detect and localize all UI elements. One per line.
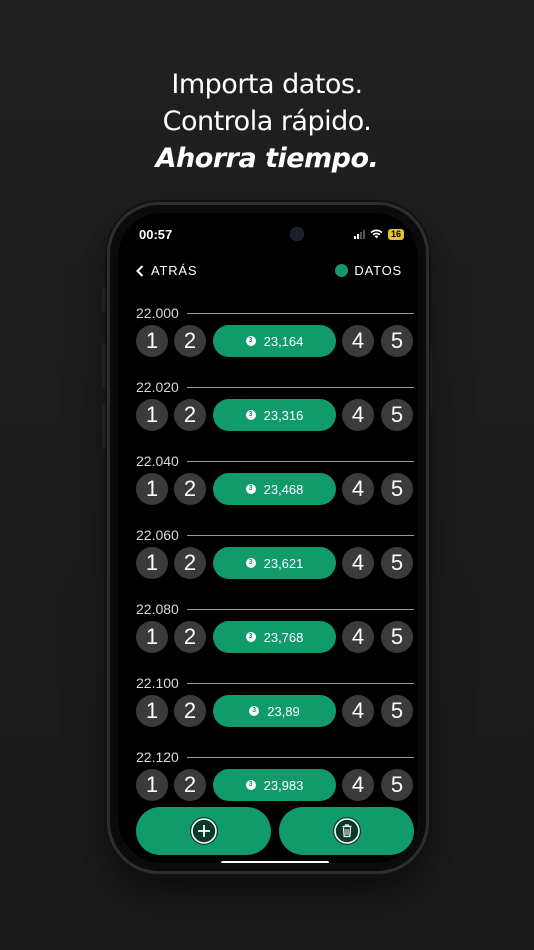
data-label: DATOS xyxy=(354,263,402,278)
back-label: ATRÁS xyxy=(151,263,198,278)
option-2-button[interactable]: 2 xyxy=(174,547,206,579)
divider xyxy=(186,460,414,462)
group-label: 22.020 xyxy=(136,379,179,395)
group-label: 22.100 xyxy=(136,675,179,691)
pill-value: 23,89 xyxy=(267,703,300,719)
selected-value-pill[interactable]: 3 23,468 xyxy=(213,473,336,505)
option-5-button[interactable]: 5 xyxy=(381,547,413,579)
front-camera xyxy=(290,227,304,241)
bottom-action-bar xyxy=(136,807,414,855)
group-label: 22.060 xyxy=(136,527,179,543)
option-4-button[interactable]: 4 xyxy=(342,473,374,505)
divider xyxy=(186,534,414,536)
option-1-button[interactable]: 1 xyxy=(136,547,168,579)
selected-value-pill[interactable]: 3 23,768 xyxy=(213,621,336,653)
back-button[interactable]: ATRÁS xyxy=(136,263,197,278)
selector-row: 1 2 3 23,983 4 5 xyxy=(136,769,414,801)
selector-row: 1 2 3 23,468 4 5 xyxy=(136,473,414,505)
option-5-button[interactable]: 5 xyxy=(381,695,413,727)
pill-value: 23,768 xyxy=(263,629,304,645)
selector-row: 1 2 3 23,621 4 5 xyxy=(136,547,414,579)
selector-row: 1 2 3 23,89 4 5 xyxy=(136,695,414,727)
option-1-button[interactable]: 1 xyxy=(136,473,168,505)
option-2-button[interactable]: 2 xyxy=(174,325,206,357)
group-label: 22.000 xyxy=(136,305,179,321)
option-4-button[interactable]: 4 xyxy=(342,547,374,579)
group-label: 22.080 xyxy=(136,601,179,617)
option-2-button[interactable]: 2 xyxy=(174,473,206,505)
option-5-button[interactable]: 5 xyxy=(381,399,413,431)
headline-line-3: Ahorra tiempo. xyxy=(155,143,379,174)
battery-icon: 16 xyxy=(387,228,404,240)
coin-icon: 3 xyxy=(249,706,260,716)
chevron-left-icon xyxy=(136,264,144,277)
option-2-button[interactable]: 2 xyxy=(174,621,206,653)
option-4-button[interactable]: 4 xyxy=(342,621,374,653)
add-button[interactable] xyxy=(136,807,271,855)
status-time: 00:57 xyxy=(139,227,173,242)
home-indicator[interactable] xyxy=(221,861,329,863)
option-1-button[interactable]: 1 xyxy=(136,695,168,727)
wifi-icon xyxy=(370,229,383,239)
headline-line-1: Importa datos. xyxy=(171,69,363,100)
headline-line-2: Controla rápido. xyxy=(162,106,372,137)
coin-icon: 3 xyxy=(245,484,256,494)
mute-switch xyxy=(102,287,106,311)
option-2-button[interactable]: 2 xyxy=(174,695,206,727)
selected-value-pill[interactable]: 3 23,164 xyxy=(213,325,336,357)
coin-icon: 3 xyxy=(245,780,256,790)
selector-row: 1 2 3 23,768 4 5 xyxy=(136,621,414,653)
pill-value: 23,164 xyxy=(263,333,304,349)
selector-row: 1 2 3 23,164 4 5 xyxy=(136,325,414,357)
coin-icon: 3 xyxy=(245,632,256,642)
group-label: 22.040 xyxy=(136,453,179,469)
option-2-button[interactable]: 2 xyxy=(174,399,206,431)
option-5-button[interactable]: 5 xyxy=(381,769,413,801)
signal-icon xyxy=(353,229,365,239)
option-1-button[interactable]: 1 xyxy=(136,621,168,653)
divider xyxy=(186,386,414,388)
volume-up-button xyxy=(102,343,106,389)
selector-row: 1 2 3 23,316 4 5 xyxy=(136,399,414,431)
option-4-button[interactable]: 4 xyxy=(342,769,374,801)
headline: Importa datos. Controla rápido. Ahorra t… xyxy=(0,66,534,177)
coin-icon: 3 xyxy=(245,410,256,420)
divider xyxy=(186,608,414,610)
pill-value: 23,983 xyxy=(263,777,304,793)
option-1-button[interactable]: 1 xyxy=(136,399,168,431)
phone-screen: 00:57 16 ATRÁS DATOS 22.000 1 2 3 23,164… xyxy=(118,213,418,863)
trash-icon xyxy=(332,817,361,845)
option-2-button[interactable]: 2 xyxy=(174,769,206,801)
pill-value: 23,468 xyxy=(263,481,304,497)
pill-value: 23,316 xyxy=(263,407,304,423)
coin-icon: 3 xyxy=(245,558,256,568)
option-1-button[interactable]: 1 xyxy=(136,325,168,357)
selected-value-pill[interactable]: 3 23,89 xyxy=(213,695,336,727)
option-4-button[interactable]: 4 xyxy=(342,695,374,727)
selected-value-pill[interactable]: 3 23,316 xyxy=(213,399,336,431)
status-icons: 16 xyxy=(353,228,404,240)
data-button[interactable]: DATOS xyxy=(335,263,402,278)
selected-value-pill[interactable]: 3 23,621 xyxy=(213,547,336,579)
divider xyxy=(186,756,414,758)
plus-circle-icon xyxy=(189,817,218,845)
option-5-button[interactable]: 5 xyxy=(381,473,413,505)
group-label: 22.120 xyxy=(136,749,179,765)
divider xyxy=(186,312,414,314)
delete-button[interactable] xyxy=(279,807,414,855)
option-1-button[interactable]: 1 xyxy=(136,769,168,801)
status-dot-icon xyxy=(335,264,349,277)
option-4-button[interactable]: 4 xyxy=(342,325,374,357)
phone-frame: 00:57 16 ATRÁS DATOS 22.000 1 2 3 23,164… xyxy=(107,202,429,874)
coin-icon: 3 xyxy=(245,336,256,346)
option-5-button[interactable]: 5 xyxy=(381,621,413,653)
selected-value-pill[interactable]: 3 23,983 xyxy=(213,769,336,801)
option-5-button[interactable]: 5 xyxy=(381,325,413,357)
option-4-button[interactable]: 4 xyxy=(342,399,374,431)
divider xyxy=(186,682,414,684)
volume-down-button xyxy=(102,403,106,449)
pill-value: 23,621 xyxy=(263,555,304,571)
